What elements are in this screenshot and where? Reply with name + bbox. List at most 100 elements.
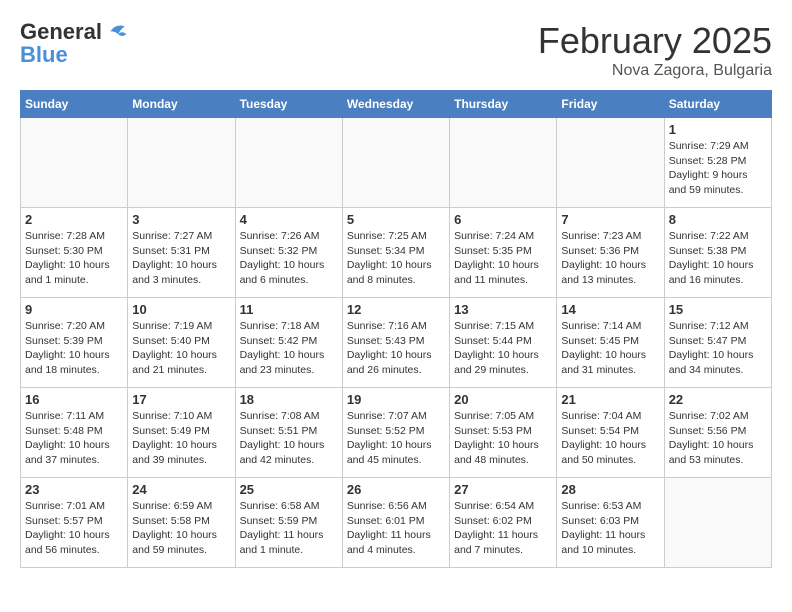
day-number: 9 (25, 302, 123, 317)
day-info: Sunrise: 7:14 AM Sunset: 5:45 PM Dayligh… (561, 319, 659, 378)
calendar-cell: 5 Sunrise: 7:25 AM Sunset: 5:34 PM Daylig… (342, 208, 449, 298)
week-row-4: 16 Sunrise: 7:11 AM Sunset: 5:48 PM Dayli… (21, 388, 772, 478)
day-number: 28 (561, 482, 659, 497)
week-row-1: 1 Sunrise: 7:29 AM Sunset: 5:28 PM Daylig… (21, 118, 772, 208)
day-info: Sunrise: 7:23 AM Sunset: 5:36 PM Dayligh… (561, 229, 659, 288)
month-title: February 2025 (538, 20, 772, 62)
day-info: Sunrise: 7:01 AM Sunset: 5:57 PM Dayligh… (25, 499, 123, 558)
day-info: Sunrise: 7:20 AM Sunset: 5:39 PM Dayligh… (25, 319, 123, 378)
title-block: February 2025 Nova Zagora, Bulgaria (538, 20, 772, 80)
week-row-5: 23 Sunrise: 7:01 AM Sunset: 5:57 PM Dayli… (21, 478, 772, 568)
day-info: Sunrise: 6:59 AM Sunset: 5:58 PM Dayligh… (132, 499, 230, 558)
day-info: Sunrise: 6:58 AM Sunset: 5:59 PM Dayligh… (240, 499, 338, 558)
logo-bird-icon (104, 20, 128, 44)
day-number: 15 (669, 302, 767, 317)
calendar-table: SundayMondayTuesdayWednesdayThursdayFrid… (20, 90, 772, 568)
day-number: 27 (454, 482, 552, 497)
calendar-cell: 6 Sunrise: 7:24 AM Sunset: 5:35 PM Daylig… (450, 208, 557, 298)
calendar-cell: 21 Sunrise: 7:04 AM Sunset: 5:54 PM Dayli… (557, 388, 664, 478)
calendar-cell: 18Sunrise: 7:08 AM Sunset: 5:51 PM Dayli… (235, 388, 342, 478)
calendar-cell (557, 118, 664, 208)
calendar-cell: 13 Sunrise: 7:15 AM Sunset: 5:44 PM Dayli… (450, 298, 557, 388)
day-number: 24 (132, 482, 230, 497)
calendar-cell: 23 Sunrise: 7:01 AM Sunset: 5:57 PM Dayli… (21, 478, 128, 568)
calendar-cell: 19 Sunrise: 7:07 AM Sunset: 5:52 PM Dayli… (342, 388, 449, 478)
day-info: Sunrise: 6:56 AM Sunset: 6:01 PM Dayligh… (347, 499, 445, 558)
weekday-header-friday: Friday (557, 91, 664, 118)
day-info: Sunrise: 7:15 AM Sunset: 5:44 PM Dayligh… (454, 319, 552, 378)
day-info: Sunrise: 7:12 AM Sunset: 5:47 PM Dayligh… (669, 319, 767, 378)
day-number: 21 (561, 392, 659, 407)
weekday-header-sunday: Sunday (21, 91, 128, 118)
day-number: 26 (347, 482, 445, 497)
calendar-cell (21, 118, 128, 208)
logo-general-text: General (20, 21, 102, 43)
day-number: 10 (132, 302, 230, 317)
day-info: Sunrise: 7:29 AM Sunset: 5:28 PM Dayligh… (669, 139, 767, 198)
day-number: 3 (132, 212, 230, 227)
day-info: Sunrise: 7:16 AM Sunset: 5:43 PM Dayligh… (347, 319, 445, 378)
calendar-header-row: SundayMondayTuesdayWednesdayThursdayFrid… (21, 91, 772, 118)
week-row-3: 9 Sunrise: 7:20 AM Sunset: 5:39 PM Daylig… (21, 298, 772, 388)
calendar-cell: 28 Sunrise: 6:53 AM Sunset: 6:03 PM Dayli… (557, 478, 664, 568)
day-number: 12 (347, 302, 445, 317)
calendar-cell: 15 Sunrise: 7:12 AM Sunset: 5:47 PM Dayli… (664, 298, 771, 388)
day-info: Sunrise: 7:10 AM Sunset: 5:49 PM Dayligh… (132, 409, 230, 468)
day-number: 14 (561, 302, 659, 317)
calendar-cell: 1 Sunrise: 7:29 AM Sunset: 5:28 PM Daylig… (664, 118, 771, 208)
day-info: Sunrise: 7:11 AM Sunset: 5:48 PM Dayligh… (25, 409, 123, 468)
day-number: 2 (25, 212, 123, 227)
day-info: Sunrise: 7:19 AM Sunset: 5:40 PM Dayligh… (132, 319, 230, 378)
calendar-cell: 12 Sunrise: 7:16 AM Sunset: 5:43 PM Dayli… (342, 298, 449, 388)
calendar-cell: 20 Sunrise: 7:05 AM Sunset: 5:53 PM Dayli… (450, 388, 557, 478)
day-info: Sunrise: 7:22 AM Sunset: 5:38 PM Dayligh… (669, 229, 767, 288)
day-info: Sunrise: 6:54 AM Sunset: 6:02 PM Dayligh… (454, 499, 552, 558)
week-row-2: 2 Sunrise: 7:28 AM Sunset: 5:30 PM Daylig… (21, 208, 772, 298)
calendar-cell: 22Sunrise: 7:02 AM Sunset: 5:56 PM Dayli… (664, 388, 771, 478)
weekday-header-wednesday: Wednesday (342, 91, 449, 118)
logo-blue-text: Blue (20, 42, 68, 67)
calendar-cell: 11 Sunrise: 7:18 AM Sunset: 5:42 PM Dayli… (235, 298, 342, 388)
day-info: Sunrise: 7:07 AM Sunset: 5:52 PM Dayligh… (347, 409, 445, 468)
calendar-cell (128, 118, 235, 208)
day-number: 19 (347, 392, 445, 407)
calendar-cell: 8Sunrise: 7:22 AM Sunset: 5:38 PM Daylig… (664, 208, 771, 298)
day-number: 17 (132, 392, 230, 407)
day-number: 20 (454, 392, 552, 407)
day-number: 7 (561, 212, 659, 227)
calendar-cell (342, 118, 449, 208)
calendar-cell: 7 Sunrise: 7:23 AM Sunset: 5:36 PM Daylig… (557, 208, 664, 298)
calendar-cell: 10 Sunrise: 7:19 AM Sunset: 5:40 PM Dayli… (128, 298, 235, 388)
day-info: Sunrise: 7:18 AM Sunset: 5:42 PM Dayligh… (240, 319, 338, 378)
day-info: Sunrise: 7:04 AM Sunset: 5:54 PM Dayligh… (561, 409, 659, 468)
day-number: 25 (240, 482, 338, 497)
day-info: Sunrise: 6:53 AM Sunset: 6:03 PM Dayligh… (561, 499, 659, 558)
day-info: Sunrise: 7:24 AM Sunset: 5:35 PM Dayligh… (454, 229, 552, 288)
location: Nova Zagora, Bulgaria (538, 62, 772, 80)
calendar-cell: 3 Sunrise: 7:27 AM Sunset: 5:31 PM Daylig… (128, 208, 235, 298)
day-number: 23 (25, 482, 123, 497)
calendar-cell (235, 118, 342, 208)
calendar-cell: 24 Sunrise: 6:59 AM Sunset: 5:58 PM Dayli… (128, 478, 235, 568)
calendar-cell: 9 Sunrise: 7:20 AM Sunset: 5:39 PM Daylig… (21, 298, 128, 388)
day-info: Sunrise: 7:02 AM Sunset: 5:56 PM Dayligh… (669, 409, 767, 468)
day-number: 4 (240, 212, 338, 227)
calendar-cell: 4Sunrise: 7:26 AM Sunset: 5:32 PM Daylig… (235, 208, 342, 298)
day-number: 5 (347, 212, 445, 227)
day-info: Sunrise: 7:27 AM Sunset: 5:31 PM Dayligh… (132, 229, 230, 288)
weekday-header-thursday: Thursday (450, 91, 557, 118)
day-info: Sunrise: 7:28 AM Sunset: 5:30 PM Dayligh… (25, 229, 123, 288)
day-number: 11 (240, 302, 338, 317)
weekday-header-monday: Monday (128, 91, 235, 118)
logo: General Blue (20, 20, 128, 67)
day-info: Sunrise: 7:25 AM Sunset: 5:34 PM Dayligh… (347, 229, 445, 288)
calendar-cell: 2 Sunrise: 7:28 AM Sunset: 5:30 PM Daylig… (21, 208, 128, 298)
day-info: Sunrise: 7:05 AM Sunset: 5:53 PM Dayligh… (454, 409, 552, 468)
day-number: 16 (25, 392, 123, 407)
calendar-cell (664, 478, 771, 568)
calendar-cell (450, 118, 557, 208)
day-number: 18 (240, 392, 338, 407)
day-number: 1 (669, 122, 767, 137)
day-number: 13 (454, 302, 552, 317)
day-number: 6 (454, 212, 552, 227)
